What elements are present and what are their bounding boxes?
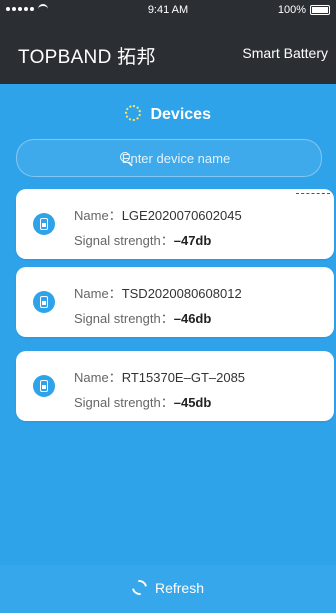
signal-value: –47db <box>173 233 212 248</box>
battery-device-icon <box>33 375 55 397</box>
battery-device-icon <box>33 213 55 235</box>
refresh-label: Refresh <box>154 580 205 596</box>
search-bar[interactable] <box>16 139 322 177</box>
device-name: LGE2020070602045 <box>121 208 242 223</box>
loading-spinner-icon <box>125 105 142 121</box>
name-label: Name： <box>74 208 122 223</box>
brand-logo: TOPBAND 拓邦 <box>18 47 156 68</box>
device-name-row: Name：LGE2020070602045 <box>74 205 242 224</box>
battery-status: 100% <box>278 4 330 16</box>
signal-row: Signal strength：–46db <box>74 308 211 327</box>
battery-percent: 100% <box>277 4 306 16</box>
device-card[interactable]: Name：TSD2020080608012 Signal strength：–4… <box>16 267 334 337</box>
search-icon <box>120 152 130 162</box>
device-name: TSD2020080608012 <box>121 286 242 301</box>
signal-label: Signal strength： <box>74 311 174 326</box>
battery-icon <box>310 5 330 15</box>
refresh-button[interactable]: Refresh <box>0 577 336 598</box>
bottom-bar: Refresh <box>0 565 336 613</box>
devices-title-label: Devices <box>150 106 211 123</box>
device-name-row: Name：TSD2020080608012 <box>74 283 242 302</box>
devices-title: Devices <box>0 105 336 124</box>
device-name: RT15370E–GT–2085 <box>121 370 246 385</box>
status-bar: 9:41 AM 100% <box>0 0 336 20</box>
signal-row: Signal strength：–45db <box>74 392 211 411</box>
signal-label: Signal strength： <box>74 395 174 410</box>
name-label: Name： <box>74 370 122 385</box>
signal-value: –45db <box>173 395 212 410</box>
name-label: Name： <box>74 286 122 301</box>
battery-device-icon <box>33 291 55 313</box>
signal-label: Signal strength： <box>74 233 174 248</box>
dashed-divider <box>296 193 330 194</box>
search-input[interactable] <box>17 140 321 176</box>
signal-value: –46db <box>173 311 212 326</box>
device-card[interactable]: Name：RT15370E–GT–2085 Signal strength：–4… <box>16 351 334 421</box>
refresh-icon <box>129 577 150 598</box>
app-header: TOPBAND 拓邦 Smart Battery <box>0 20 336 84</box>
signal-row: Signal strength：–47db <box>74 230 211 249</box>
header-title: Smart Battery <box>242 45 328 61</box>
device-card[interactable]: Name：LGE2020070602045 Signal strength：–4… <box>16 189 334 259</box>
device-name-row: Name：RT15370E–GT–2085 <box>74 367 245 386</box>
